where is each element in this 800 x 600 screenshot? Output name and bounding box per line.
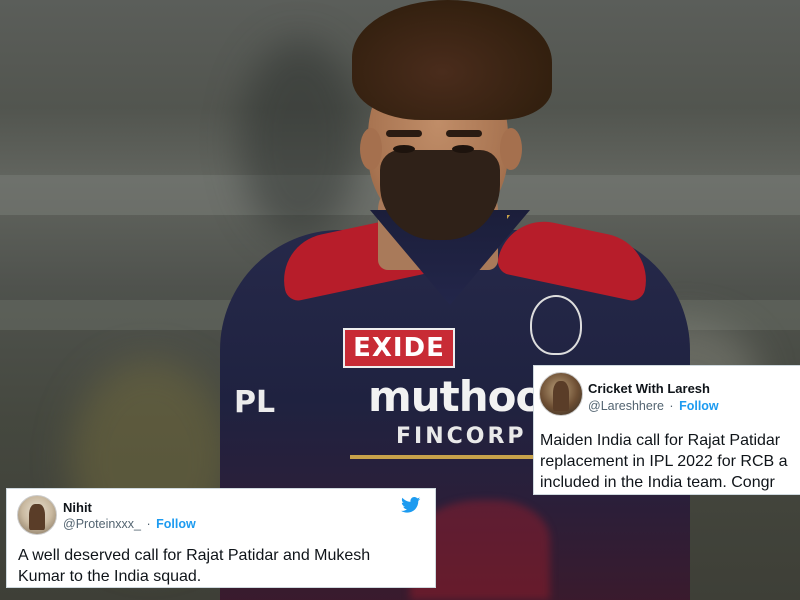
player-ear [500, 128, 522, 170]
sponsor-fincorp: FINCORP [396, 424, 527, 449]
league-logo: PL [234, 385, 276, 420]
sponsor-exide: EXIDE [343, 328, 455, 368]
team-crest-icon [530, 295, 582, 355]
tweet-card[interactable]: Nihit @Proteinxxx_ · Follow A well deser… [6, 488, 436, 588]
tweet-handle-row: @Lareshhere · Follow [588, 399, 719, 413]
separator-dot: · [669, 399, 674, 413]
player-eye [393, 145, 415, 153]
tweet-line: A well deserved call for Rajat Patidar a… [18, 547, 371, 564]
tweet-author-name[interactable]: Nihit [63, 500, 92, 515]
avatar-figure [552, 381, 570, 411]
jersey-stripe [350, 455, 540, 459]
player-ear [360, 128, 382, 170]
user-avatar[interactable] [539, 372, 583, 416]
player-hair [352, 0, 552, 120]
tweet-body: A well deserved call for Rajat Patidar a… [18, 545, 433, 587]
tweet-author-name[interactable]: Cricket With Laresh [588, 381, 710, 396]
tweet-line: replacement in IPL 2022 for RCB a [540, 453, 788, 470]
tweet-line: Kumar to the India squad. [18, 568, 202, 585]
player-eye [452, 145, 474, 153]
follow-button[interactable]: Follow [156, 517, 196, 531]
player-brow [386, 130, 422, 137]
tweet-handle-row: @Proteinxxx_ · Follow [63, 517, 196, 531]
tweet-handle[interactable]: @Proteinxxx_ [63, 517, 141, 531]
tweet-card[interactable]: Cricket With Laresh @Lareshhere · Follow… [533, 365, 800, 495]
tweet-line: Maiden India call for Rajat Patidar [540, 432, 781, 449]
follow-button[interactable]: Follow [679, 399, 719, 413]
user-avatar[interactable] [17, 495, 57, 535]
player-brow [446, 130, 482, 137]
tweet-handle[interactable]: @Lareshhere [588, 399, 664, 413]
avatar-figure [29, 503, 45, 531]
separator-dot: · [146, 517, 151, 531]
tweet-line: included in the India team. Congr [540, 474, 775, 491]
tweet-body: Maiden India call for Rajat Patidar repl… [540, 430, 788, 493]
twitter-bird-icon[interactable] [401, 497, 421, 513]
